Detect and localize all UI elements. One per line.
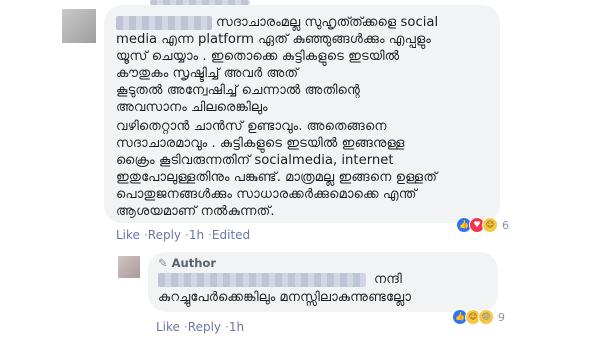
reply-actions: Like ·Reply ·1h	[156, 320, 244, 334]
author-badge-label: Author	[171, 256, 216, 270]
comment-line: കൗതുകം സൃഷ്ടിച്ച് അവർ അത്	[116, 66, 299, 81]
like-link[interactable]: Like	[116, 228, 140, 242]
cry-icon: ☹	[478, 309, 494, 325]
comment-line: വഴിതെറ്റാൻ ചാൻസ് ഉണ്ടാവും. അതെങ്ങനെ	[116, 119, 387, 134]
reply-line: കുറച്ചുപേർക്കെങ്കിലും മനസ്സിലാകുന്നുണ്ടല…	[158, 290, 411, 305]
reply-avatar[interactable]	[118, 256, 140, 278]
blurred-replier-name	[158, 273, 366, 287]
reaction-count: 9	[498, 310, 505, 324]
edited-label[interactable]: Edited	[212, 228, 250, 242]
comment-line: സദാചാരംമല്ല സുഹൃത്ത്ക്കളെ social	[216, 15, 439, 30]
reaction-count: 6	[502, 218, 509, 232]
comment-bubble: സദാചാരംമല്ല സുഹൃത്ത്ക്കളെ social media എ…	[104, 5, 500, 223]
reply-reactions[interactable]: 👍 ☺ ☹ 9	[452, 309, 505, 325]
comment-reactions[interactable]: 👍 ♥ ☺ 6	[456, 217, 509, 233]
haha-icon: ☺	[482, 217, 498, 233]
avatar[interactable]	[62, 9, 96, 43]
author-badge: ✎ Author	[158, 256, 216, 270]
comment-line: സദാചാരമാവും . കുട്ടികളുടെ ഇടയിൽ ഇങ്ങനുള്…	[116, 136, 405, 151]
like-link[interactable]: Like	[156, 320, 180, 334]
blurred-commenter-name	[116, 16, 212, 30]
comment-line: കൂടുതൽ അന്വേഷിച്ച് ചെന്നാൽ അതിന്റെ	[116, 83, 361, 98]
comment-line: ആശയമാണ് നൽകുന്നത്.	[116, 204, 275, 219]
timestamp[interactable]: 1h	[189, 228, 204, 242]
comment-line: ഇതുപോലുള്ളതിനും പങ്കുണ്ട്. മാത്രമല്ല ഇങ്…	[116, 170, 438, 185]
reply-link[interactable]: Reply	[148, 228, 181, 242]
comment-line: ക്രൈം കൂടിവരുന്നതിന് socialmedia, intern…	[116, 153, 394, 168]
comment-line: യൂസ് ചെയ്യാം . ഇതൊക്കെ കുട്ടികളുടെ ഇടയിൽ	[116, 49, 400, 64]
comment-line: അവസാനം ചിലരെങ്കിലും	[116, 100, 268, 115]
timestamp[interactable]: 1h	[229, 320, 244, 334]
pencil-icon: ✎	[158, 256, 168, 270]
comment-actions: Like ·Reply ·1h ·Edited	[116, 228, 250, 242]
reply-link[interactable]: Reply	[188, 320, 221, 334]
reply-line: നന്ദി	[374, 272, 402, 287]
comment-line: പൊതുജനങ്ങൾക്കും സാധാരക്കർക്കുമൊക്കെ എന്ത…	[116, 187, 417, 202]
reply-bubble: ✎ Author നന്ദി കുറച്ചുപേർക്കെങ്കിലും മനസ്…	[148, 252, 498, 312]
comment-line: media എന്ന platform ഏത് കുഞ്ഞുങ്ങൾക്കും …	[116, 32, 431, 47]
